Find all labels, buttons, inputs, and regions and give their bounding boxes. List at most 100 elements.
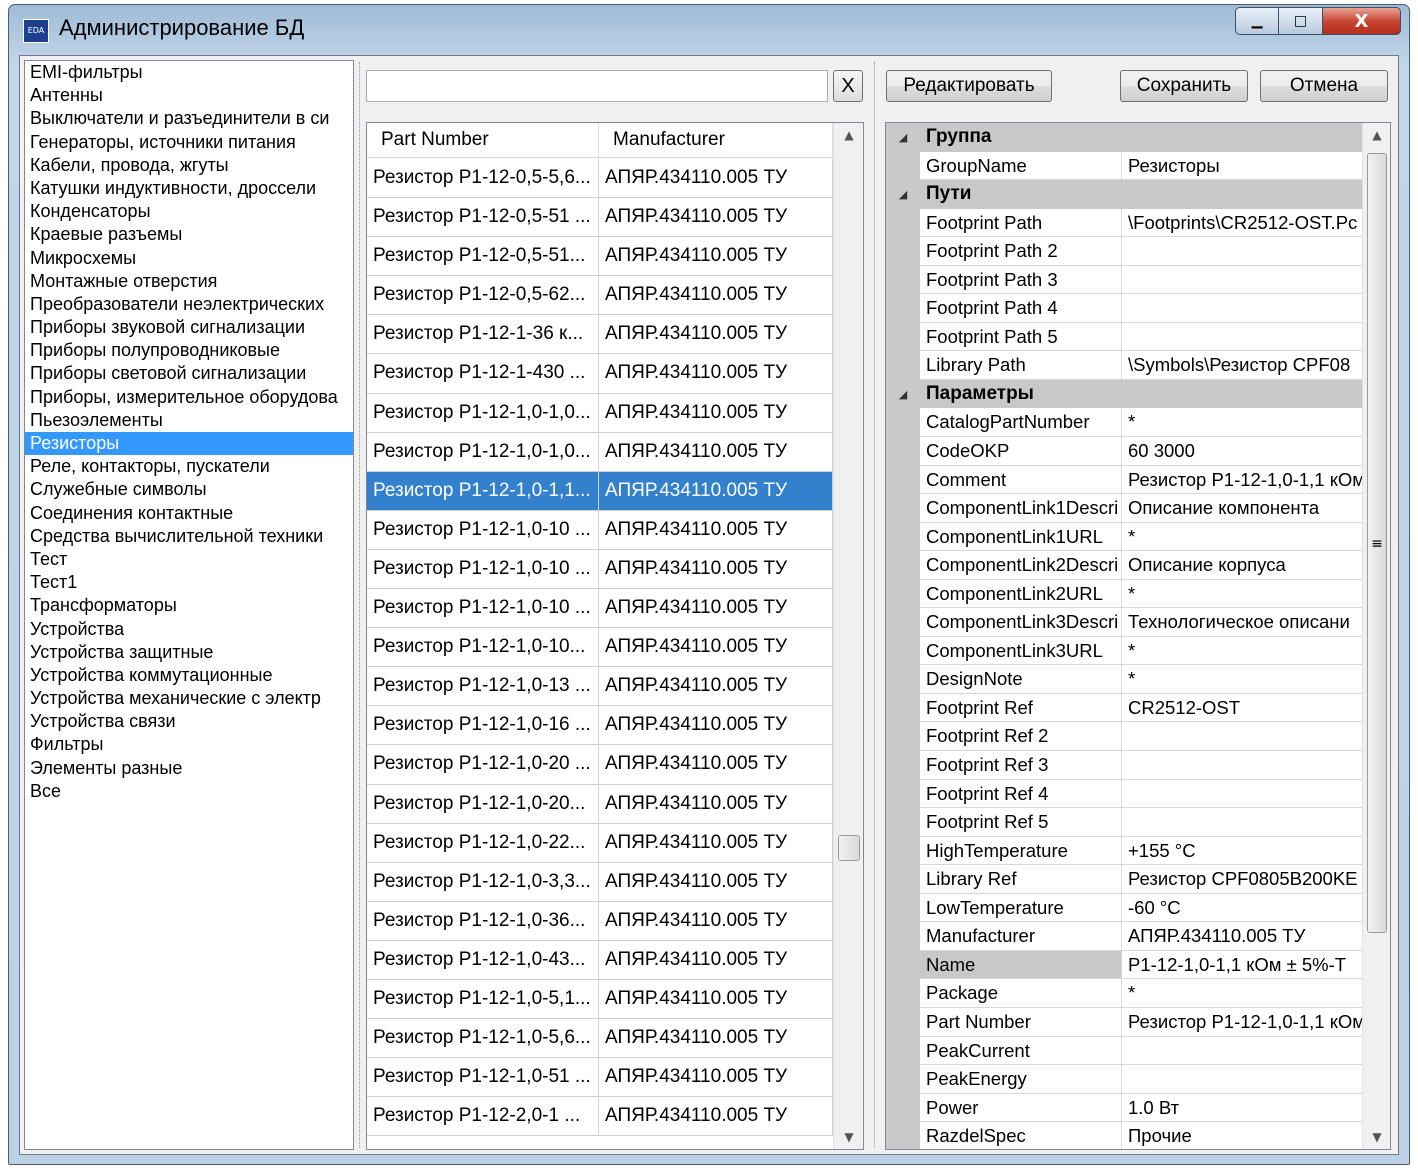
table-row[interactable]: Резистор Р1-12-1,0-1,0... АПЯР.434110.005… <box>367 393 833 433</box>
property-row[interactable]: HighTemperature +155 °C <box>886 836 1362 866</box>
category-item[interactable]: Фильтры <box>25 733 353 756</box>
property-row[interactable]: ComponentLink1Descri Описание компонента <box>886 494 1362 523</box>
category-item[interactable]: Конденсаторы <box>25 200 353 223</box>
table-row[interactable]: Резистор Р1-12-1-36 к... АПЯР.434110.005 … <box>367 315 833 355</box>
property-row[interactable]: Part Number Резистор Р1-12-1,0-1,1 кОм <box>886 1007 1362 1037</box>
manufacturer-cell[interactable]: АПЯР.434110.005 ТУ <box>599 862 833 901</box>
property-value[interactable]: Описание корпуса <box>1122 551 1362 580</box>
property-row[interactable]: PeakCurrent <box>886 1036 1362 1066</box>
table-row[interactable]: Резистор Р1-12-0,5-5,6... АПЯР.434110.005… <box>367 159 833 199</box>
category-item[interactable]: Катушки индуктивности, дроссели <box>25 177 353 200</box>
property-value[interactable]: +155 °C <box>1122 837 1362 866</box>
property-value[interactable]: АПЯР.434110.005 ТУ <box>1122 922 1362 951</box>
category-item[interactable]: Краевые разъемы <box>25 223 353 246</box>
property-row[interactable]: Name Р1-12-1,0-1,1 кОм ± 5%-Т <box>886 950 1362 980</box>
part-number-cell[interactable]: Резистор Р1-12-1,0-10 ... <box>367 549 599 589</box>
category-item[interactable]: Пьезоэлементы <box>25 409 353 432</box>
part-number-cell[interactable]: Резистор Р1-12-1,0-5,1... <box>367 979 599 1019</box>
property-value[interactable] <box>1122 237 1362 266</box>
category-item[interactable]: Соединения контактные <box>25 502 353 525</box>
category-item[interactable]: Все <box>25 780 353 803</box>
manufacturer-cell[interactable]: АПЯР.434110.005 ТУ <box>599 745 833 784</box>
maximize-button[interactable]: □ <box>1279 7 1323 35</box>
category-item[interactable]: Микросхемы <box>25 247 353 270</box>
property-row[interactable]: CatalogPartNumber * <box>886 408 1362 438</box>
category-item[interactable]: Приборы звуковой сигнализации <box>25 316 353 339</box>
property-value[interactable] <box>1122 266 1362 295</box>
property-value[interactable]: Резистор Р1-12-1,0-1,1 кОм <box>1122 466 1362 495</box>
property-value[interactable] <box>1122 323 1362 352</box>
part-number-cell[interactable]: Резистор Р1-12-1,0-20... <box>367 784 599 823</box>
property-category[interactable]: ◢ Пути <box>886 180 1362 209</box>
category-item[interactable]: Устройства связи <box>25 710 353 733</box>
part-number-cell[interactable]: Резистор Р1-12-1,0-3,3... <box>367 862 599 901</box>
part-number-cell[interactable]: Резистор Р1-12-1,0-1,0... <box>367 432 599 471</box>
table-row[interactable]: Резистор Р1-12-1,0-1,1... АПЯР.434110.005… <box>367 471 833 511</box>
property-value[interactable]: Резисторы <box>1122 152 1362 181</box>
part-number-cell[interactable]: Резистор Р1-12-0,5-62... <box>367 276 599 315</box>
category-item[interactable]: Приборы полупроводниковые <box>25 339 353 362</box>
property-row[interactable]: Footprint Ref 4 <box>886 779 1362 809</box>
category-item[interactable]: Устройства механические с электр <box>25 687 353 710</box>
part-number-cell[interactable]: Резистор Р1-12-0,5-51 ... <box>367 198 599 237</box>
category-item[interactable]: Приборы световой сигнализации <box>25 362 353 385</box>
scroll-up-icon[interactable]: ▲ <box>1363 123 1390 147</box>
manufacturer-cell[interactable]: АПЯР.434110.005 ТУ <box>599 198 833 237</box>
table-row[interactable]: Резистор Р1-12-1,0-13 ... АПЯР.434110.005… <box>367 667 833 707</box>
part-number-cell[interactable]: Резистор Р1-12-1,0-36... <box>367 901 599 940</box>
table-row[interactable]: Резистор Р1-12-0,5-51 ... АПЯР.434110.005… <box>367 198 833 238</box>
property-row[interactable]: Footprint Ref 3 <box>886 751 1362 780</box>
property-value[interactable]: * <box>1122 408 1362 438</box>
scroll-up-icon[interactable]: ▲ <box>834 123 863 147</box>
property-value[interactable]: Резистор Р1-12-1,0-1,1 кОм <box>1122 1008 1362 1037</box>
property-value[interactable] <box>1122 294 1362 323</box>
table-row[interactable]: Резистор Р1-12-1,0-3,3... АПЯР.434110.005… <box>367 862 833 902</box>
property-row[interactable]: ComponentLink3Descri Технологическое опис… <box>886 608 1362 637</box>
property-row[interactable]: Library Ref Резистор CPF0805B200KE <box>886 865 1362 894</box>
table-row[interactable]: Резистор Р1-12-1,0-43... АПЯР.434110.005 … <box>367 940 833 980</box>
category-item[interactable]: Реле, контакторы, пускатели <box>25 455 353 478</box>
property-value[interactable]: CR2512-OST <box>1122 694 1362 723</box>
category-item[interactable]: Устройства <box>25 618 353 641</box>
property-row[interactable]: DesignNote * <box>886 665 1362 694</box>
property-category[interactable]: ◢ Группа <box>886 123 1362 152</box>
part-number-cell[interactable]: Резистор Р1-12-2,0-1 ... <box>367 1097 599 1136</box>
table-row[interactable]: Резистор Р1-12-1,0-20... АПЯР.434110.005 … <box>367 784 833 824</box>
property-value[interactable]: \Symbols\Резистор CPF08 <box>1122 351 1362 380</box>
manufacturer-cell[interactable]: АПЯР.434110.005 ТУ <box>599 901 833 940</box>
manufacturer-cell[interactable]: АПЯР.434110.005 ТУ <box>599 159 833 198</box>
property-row[interactable]: ComponentLink2Descri Описание корпуса <box>886 551 1362 580</box>
manufacturer-cell[interactable]: АПЯР.434110.005 ТУ <box>599 393 833 432</box>
property-value[interactable]: Прочие <box>1122 1122 1362 1149</box>
collapse-icon[interactable]: ◢ <box>886 180 920 209</box>
category-item[interactable]: Генераторы, источники питания <box>25 131 353 154</box>
property-row[interactable]: Footprint Path 2 <box>886 237 1362 266</box>
manufacturer-cell[interactable]: АПЯР.434110.005 ТУ <box>599 510 833 549</box>
part-number-cell[interactable]: Резистор Р1-12-0,5-5,6... <box>367 159 599 198</box>
property-category[interactable]: ◢ Параметры <box>886 379 1362 409</box>
category-item[interactable]: Монтажные отверстия <box>25 270 353 293</box>
property-row[interactable]: CodeOKP 60 3000 <box>886 437 1362 466</box>
property-row[interactable]: GroupName Резисторы <box>886 151 1362 181</box>
manufacturer-cell[interactable]: АПЯР.434110.005 ТУ <box>599 237 833 276</box>
table-row[interactable]: Резистор Р1-12-0,5-62... АПЯР.434110.005 … <box>367 276 833 316</box>
property-value[interactable]: \Footprints\CR2512-OST.Pc <box>1122 209 1362 238</box>
property-row[interactable]: Footprint Path \Footprints\CR2512-OST.Pc <box>886 208 1362 238</box>
scroll-down-icon[interactable]: ▼ <box>834 1125 863 1149</box>
property-value[interactable]: * <box>1122 637 1362 666</box>
property-value[interactable] <box>1122 751 1362 780</box>
collapse-icon[interactable]: ◢ <box>886 123 920 152</box>
part-number-cell[interactable]: Резистор Р1-12-1,0-5,6... <box>367 1019 599 1058</box>
property-value[interactable]: Описание компонента <box>1122 494 1362 523</box>
category-item[interactable]: Элементы разные <box>25 757 353 780</box>
part-number-cell[interactable]: Резистор Р1-12-1,0-1,1... <box>367 471 599 510</box>
manufacturer-cell[interactable]: АПЯР.434110.005 ТУ <box>599 784 833 823</box>
search-input[interactable] <box>366 70 828 102</box>
property-row[interactable]: ComponentLink3URL * <box>886 636 1362 666</box>
part-number-cell[interactable]: Резистор Р1-12-1-430 ... <box>367 354 599 393</box>
manufacturer-cell[interactable]: АПЯР.434110.005 ТУ <box>599 823 833 862</box>
property-value[interactable] <box>1122 1065 1362 1094</box>
manufacturer-cell[interactable]: АПЯР.434110.005 ТУ <box>599 628 833 667</box>
property-value[interactable]: * <box>1122 665 1362 694</box>
category-item[interactable]: Тест <box>25 548 353 571</box>
